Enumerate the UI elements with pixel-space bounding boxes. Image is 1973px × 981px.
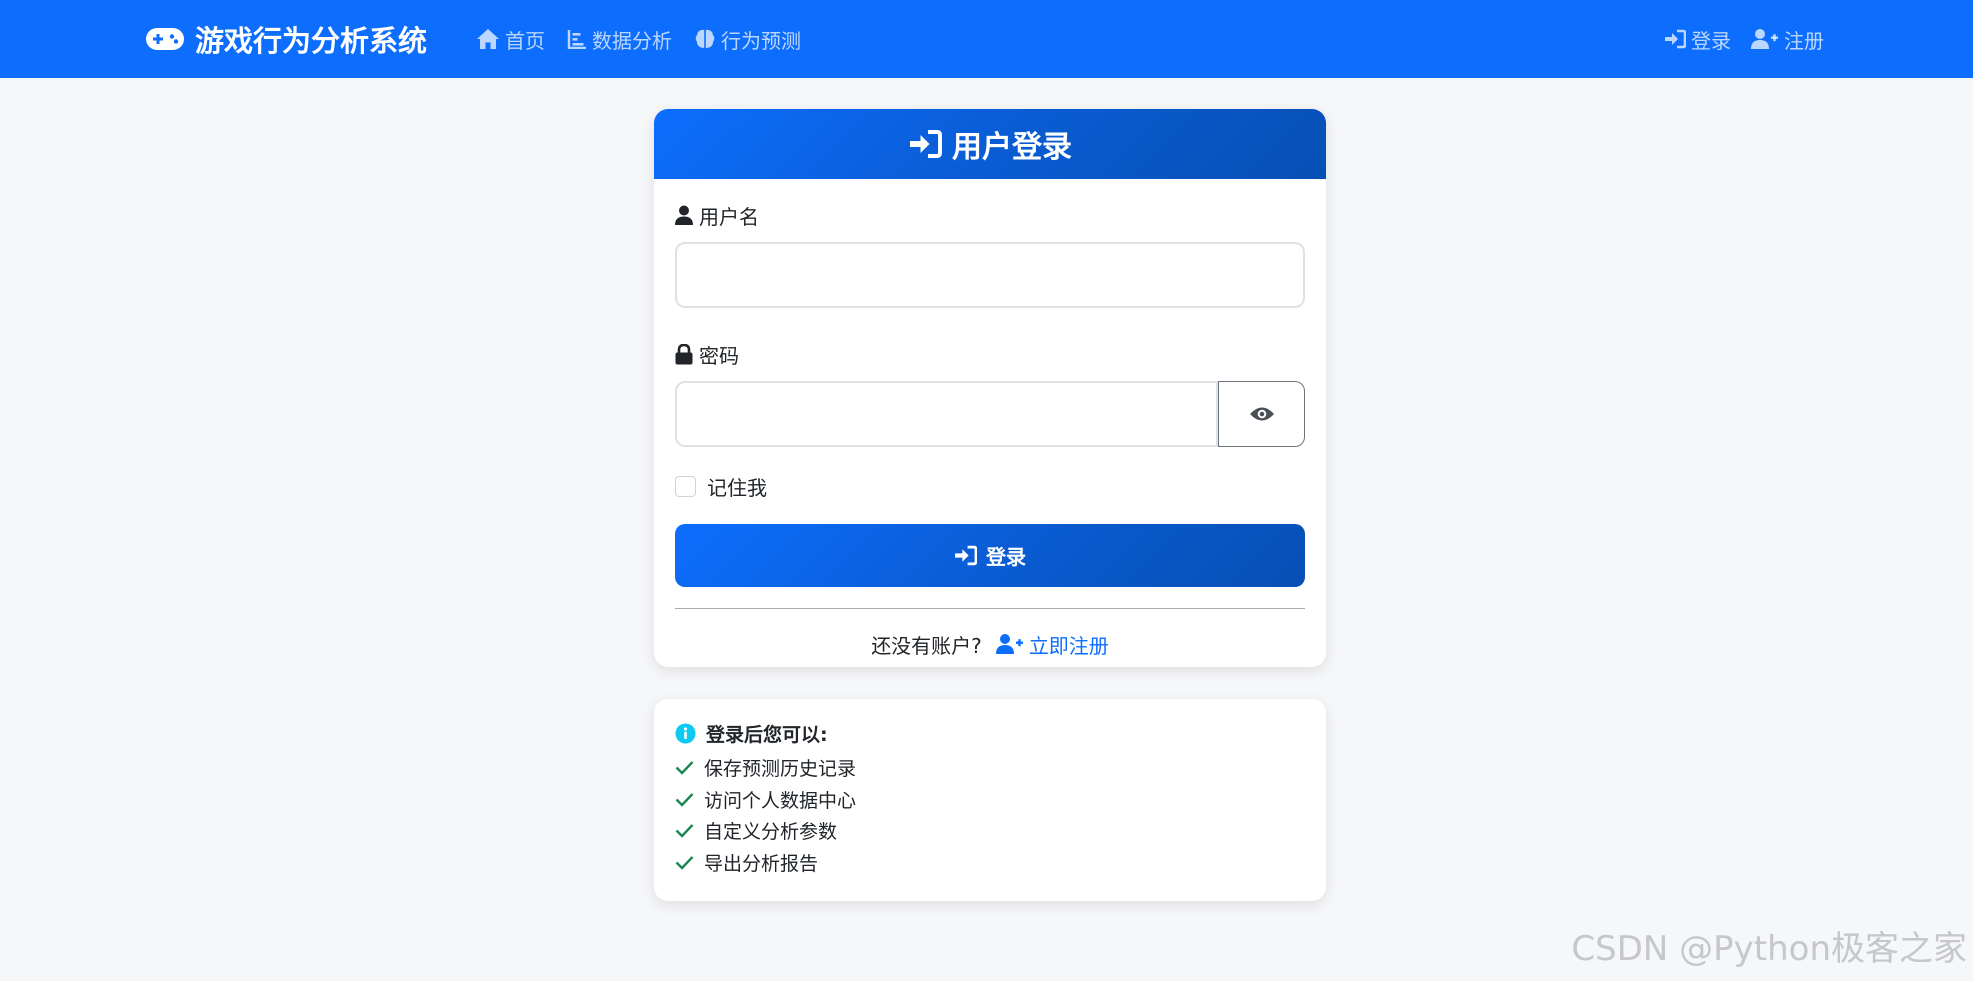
password-input-group: [675, 381, 1305, 447]
benefits-list: 保存预测历史记录 访问个人数据中心 自定义分析参数 导出分析报告: [675, 752, 1305, 878]
info-circle-icon: [675, 723, 696, 743]
nav-data-analysis[interactable]: 数据分析: [567, 24, 672, 54]
password-label-text: 密码: [699, 343, 739, 368]
nav-login[interactable]: 登录: [1664, 24, 1731, 54]
remember-me-checkbox[interactable]: [675, 475, 696, 497]
list-item: 导出分析报告: [675, 847, 1305, 879]
home-icon: [477, 29, 499, 49]
nav-home[interactable]: 首页: [476, 24, 545, 54]
benefits-title: 登录后您可以:: [675, 719, 1305, 747]
sign-in-icon: [910, 130, 942, 158]
nav-data-analysis-label: 数据分析: [592, 28, 672, 53]
login-card-header: 用户登录: [654, 109, 1326, 179]
lock-icon: [675, 343, 693, 364]
main-nav: 首页 数据分析 行为预测: [476, 24, 823, 54]
user-plus-icon: [995, 634, 1023, 654]
benefits-card: 登录后您可以: 保存预测历史记录 访问个人数据中心 自定义分析参数 导出分析报告: [654, 699, 1326, 901]
register-link[interactable]: 立即注册: [995, 630, 1109, 659]
sign-in-icon: [955, 545, 977, 566]
eye-icon: [1249, 407, 1274, 421]
nav-login-label: 登录: [1691, 28, 1731, 53]
register-row: 还没有账户? 立即注册: [675, 629, 1305, 659]
top-navbar: 游戏行为分析系统 首页 数据分析 行为预测 登录 注册: [0, 0, 1973, 78]
list-item: 自定义分析参数: [675, 815, 1305, 847]
benefits-title-text: 登录后您可以:: [706, 723, 828, 746]
sign-in-icon: [1665, 29, 1686, 49]
remember-me-label[interactable]: 记住我: [707, 472, 767, 501]
gamepad-icon: [146, 28, 184, 50]
nav-home-label: 首页: [505, 28, 545, 53]
brand-title: 游戏行为分析系统: [195, 24, 428, 58]
list-item: 保存预测历史记录: [675, 752, 1305, 784]
password-input[interactable]: [675, 381, 1218, 447]
auth-nav: 登录 注册: [1644, 24, 1824, 54]
chart-icon: [567, 30, 586, 49]
brand-link[interactable]: 游戏行为分析系统: [145, 19, 427, 59]
check-icon: [675, 824, 694, 838]
username-label: 用户名: [675, 200, 1305, 230]
login-submit-button[interactable]: 登录: [675, 524, 1305, 587]
password-label: 密码: [675, 339, 1305, 369]
user-icon: [675, 205, 693, 225]
brain-icon: [695, 29, 715, 49]
watermark: CSDN @Python极客之家: [1571, 929, 1967, 969]
register-prompt: 还没有账户?: [871, 633, 982, 658]
login-card: 用户登录 用户名 密码 记住我 登录 还没有账户? 立即注册: [654, 109, 1326, 667]
nav-behavior-prediction-label: 行为预测: [721, 28, 801, 53]
check-icon: [675, 855, 694, 870]
user-plus-icon: [1751, 29, 1778, 49]
username-label-text: 用户名: [699, 204, 759, 229]
remember-me-row: 记住我: [675, 471, 1305, 501]
check-icon: [675, 792, 694, 807]
login-form: 用户名 密码 记住我 登录 还没有账户? 立即注册: [654, 200, 1326, 659]
toggle-password-visibility-button[interactable]: [1218, 381, 1305, 447]
nav-behavior-prediction[interactable]: 行为预测: [694, 24, 801, 54]
benefit-text: 导出分析报告: [704, 852, 819, 875]
benefit-text: 自定义分析参数: [704, 821, 838, 844]
register-link-label: 立即注册: [1028, 633, 1109, 658]
nav-register[interactable]: 注册: [1751, 24, 1824, 54]
benefit-text: 访问个人数据中心: [704, 789, 857, 812]
username-input[interactable]: [675, 242, 1305, 308]
benefit-text: 保存预测历史记录: [704, 758, 857, 781]
nav-register-label: 注册: [1784, 28, 1824, 53]
list-item: 访问个人数据中心: [675, 784, 1305, 816]
login-title: 用户登录: [952, 130, 1072, 165]
login-submit-label: 登录: [986, 547, 1026, 569]
form-divider: [675, 608, 1305, 609]
check-icon: [675, 761, 694, 775]
